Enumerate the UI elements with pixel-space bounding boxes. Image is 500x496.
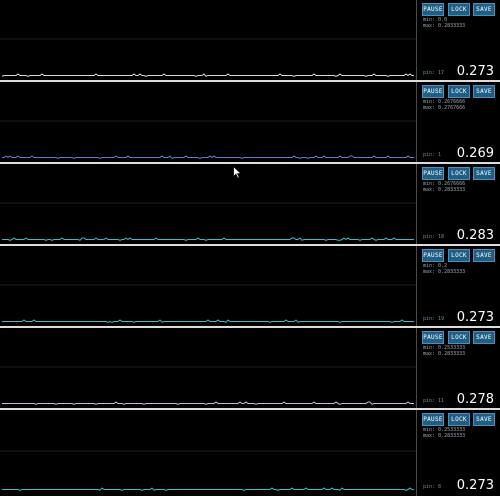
signal-plot xyxy=(0,410,416,496)
pause-button[interactable]: PAUSE xyxy=(422,3,444,16)
save-button[interactable]: SAVE xyxy=(473,85,495,98)
signal-plot xyxy=(0,246,416,328)
channel-row: PAUSE LOCK SAVE min: 0.0 max: 0.2833333 … xyxy=(0,0,500,82)
channel-row: PAUSE LOCK SAVE min: 0.2676666 max: 0.27… xyxy=(0,82,500,164)
current-value: 0.278 xyxy=(456,392,494,407)
signal-plot xyxy=(0,164,416,246)
current-value: 0.283 xyxy=(456,228,494,243)
monitor-grid: PAUSE LOCK SAVE min: 0.0 max: 0.2833333 … xyxy=(0,0,500,496)
lock-button[interactable]: LOCK xyxy=(448,249,470,262)
signal-line xyxy=(2,401,414,405)
signal-trace xyxy=(0,120,416,159)
pause-button[interactable]: PAUSE xyxy=(422,413,444,426)
lock-button[interactable]: LOCK xyxy=(448,3,470,16)
lock-button[interactable]: LOCK xyxy=(448,413,470,426)
pin-label: pin: 8 xyxy=(423,484,442,490)
signal-plot xyxy=(0,0,416,82)
pin-label: pin: 17 xyxy=(423,70,445,76)
pause-button[interactable]: PAUSE xyxy=(422,331,444,344)
current-value: 0.269 xyxy=(456,146,494,161)
signal-line xyxy=(2,237,414,241)
max-readout: max: 0.2833333 xyxy=(423,269,466,275)
pause-button[interactable]: PAUSE xyxy=(422,167,444,180)
channel-panel: PAUSE LOCK SAVE min: 0.2533333 max: 0.28… xyxy=(417,328,500,410)
signal-plot xyxy=(0,82,416,164)
current-value: 0.273 xyxy=(456,478,494,493)
signal-line xyxy=(1,73,414,77)
signal-trace xyxy=(0,202,416,241)
pause-button[interactable]: PAUSE xyxy=(422,85,444,98)
pin-label: pin: 11 xyxy=(423,398,445,404)
signal-trace xyxy=(0,366,416,405)
pin-label: pin: 19 xyxy=(423,316,445,322)
pin-label: pin: 1 xyxy=(423,152,442,158)
channel-panel: PAUSE LOCK SAVE min: 0.2676666 max: 0.28… xyxy=(417,164,500,246)
channel-row: PAUSE LOCK SAVE min: 0.2533333 max: 0.28… xyxy=(0,410,500,496)
save-button[interactable]: SAVE xyxy=(473,167,495,180)
current-value: 0.273 xyxy=(456,310,494,325)
pin-label: pin: 18 xyxy=(423,234,445,240)
channel-panel: PAUSE LOCK SAVE min: 0.2533333 max: 0.28… xyxy=(417,410,500,496)
channel-panel: PAUSE LOCK SAVE min: 0.2 max: 0.2833333 … xyxy=(417,246,500,328)
signal-trace xyxy=(0,450,416,491)
save-button[interactable]: SAVE xyxy=(473,331,495,344)
lock-button[interactable]: LOCK xyxy=(448,331,470,344)
signal-plot xyxy=(0,328,416,410)
save-button[interactable]: SAVE xyxy=(473,249,495,262)
signal-line xyxy=(2,155,414,159)
pause-button[interactable]: PAUSE xyxy=(422,249,444,262)
max-readout: max: 0.2833333 xyxy=(423,351,466,357)
save-button[interactable]: SAVE xyxy=(473,3,495,16)
lock-button[interactable]: LOCK xyxy=(448,85,470,98)
max-readout: max: 0.2833333 xyxy=(423,23,466,29)
signal-line xyxy=(2,319,414,323)
channel-row: PAUSE LOCK SAVE min: 0.2 max: 0.2833333 … xyxy=(0,246,500,328)
signal-line xyxy=(2,487,414,491)
signal-trace xyxy=(0,284,416,323)
channel-panel: PAUSE LOCK SAVE min: 0.0 max: 0.2833333 … xyxy=(417,0,500,82)
mouse-pointer-icon xyxy=(233,166,242,179)
channel-row: PAUSE LOCK SAVE min: 0.2676666 max: 0.28… xyxy=(0,164,500,246)
lock-button[interactable]: LOCK xyxy=(448,167,470,180)
current-value: 0.273 xyxy=(456,64,494,79)
channel-panel: PAUSE LOCK SAVE min: 0.2676666 max: 0.27… xyxy=(417,82,500,164)
max-readout: max: 0.2833333 xyxy=(423,187,466,193)
max-readout: max: 0.2767666 xyxy=(423,105,466,111)
signal-trace xyxy=(0,38,416,77)
save-button[interactable]: SAVE xyxy=(473,413,495,426)
max-readout: max: 0.2833333 xyxy=(423,433,466,439)
channel-row: PAUSE LOCK SAVE min: 0.2533333 max: 0.28… xyxy=(0,328,500,410)
